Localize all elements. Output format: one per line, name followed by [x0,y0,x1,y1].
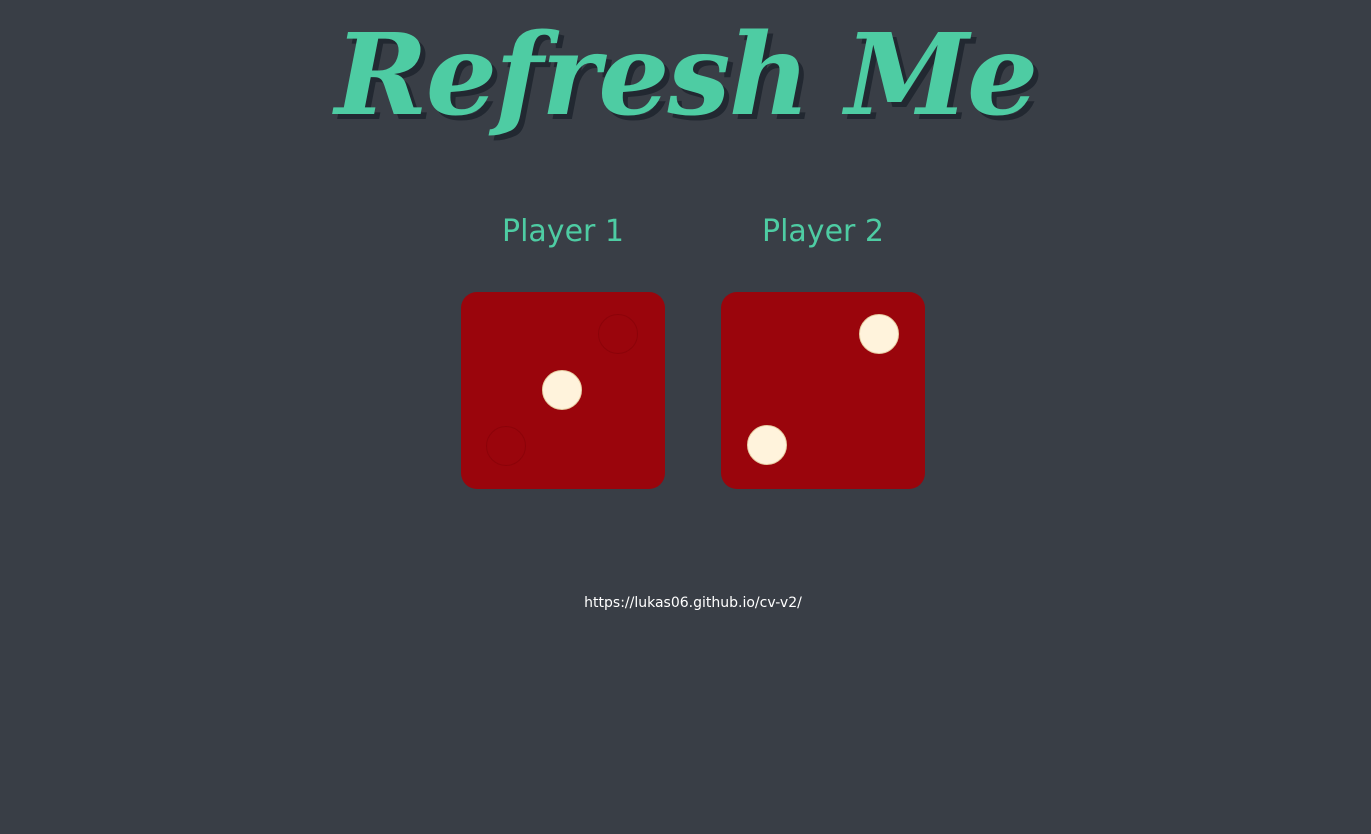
die-pip-hidden [486,426,526,466]
die-pip [747,425,787,465]
player-2-label: Player 2 [762,214,884,249]
die-pip-hidden [598,314,638,354]
player-1-die [461,292,665,489]
player-1-label: Player 1 [502,214,624,249]
page-title: Refresh Me [334,10,1039,141]
die-pip [859,314,899,354]
footer-link[interactable]: https://lukas06.github.io/cv-v2/ [0,592,1371,614]
page: Refresh Me Player 1 Player 2 https://luk… [0,0,1371,834]
die-pip [542,370,582,410]
player-2-die [721,292,925,489]
